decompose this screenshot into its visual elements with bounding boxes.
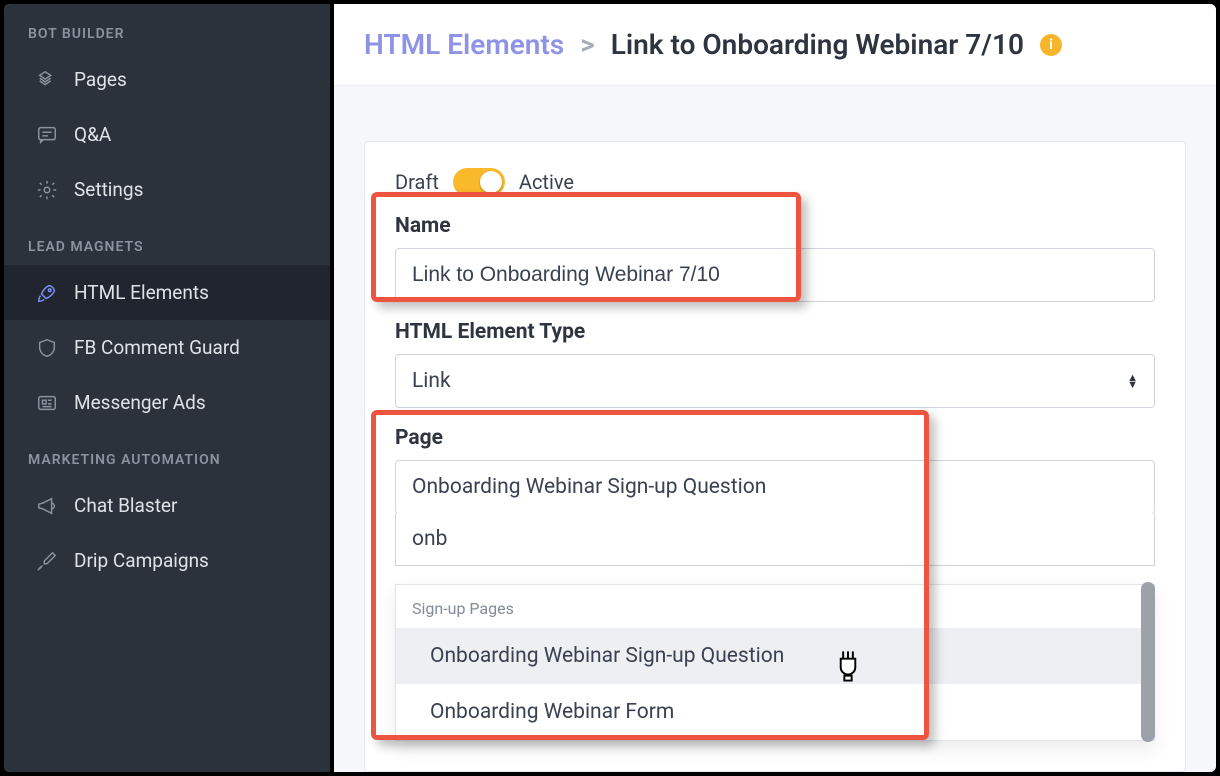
type-value: Link [412,369,451,393]
breadcrumb-separator: > [580,28,595,61]
sidebar-section-marketing: MARKETING AUTOMATION [4,430,330,478]
form-card: Draft Active Name HTML Element Type Link… [364,141,1186,772]
app-root: BOT BUILDER Pages Q&A Settings LEAD MAGN… [0,0,1220,776]
breadcrumb-parent[interactable]: HTML Elements [364,28,564,61]
name-label: Name [395,214,1155,238]
type-label: HTML Element Type [395,320,1155,344]
sidebar-item-label: Messenger Ads [74,391,206,414]
sidebar-item-label: HTML Elements [74,281,209,304]
sidebar-item-drip-campaigns[interactable]: Drip Campaigns [4,533,330,588]
sidebar-item-label: Settings [74,178,143,201]
dropdown-option-webinar-form[interactable]: Onboarding Webinar Form [396,684,1154,740]
dropdown-group-label: Sign-up Pages [396,585,1154,628]
active-label: Active [519,170,574,194]
sidebar-item-label: Chat Blaster [74,494,177,517]
page-title: Link to Onboarding Webinar 7/10 [611,28,1024,61]
qa-icon [36,124,58,146]
status-row: Draft Active [395,168,1155,196]
sidebar-item-qa[interactable]: Q&A [4,107,330,162]
sidebar-item-label: Pages [74,68,127,91]
sidebar-item-chat-blaster[interactable]: Chat Blaster [4,478,330,533]
dropper-icon [36,550,58,572]
bullhorn-icon [36,495,58,517]
dropdown-option-signup-question[interactable]: Onboarding Webinar Sign-up Question [396,628,1154,684]
sidebar: BOT BUILDER Pages Q&A Settings LEAD MAGN… [4,4,334,772]
breadcrumb: HTML Elements > Link to Onboarding Webin… [334,4,1216,86]
sidebar-item-settings[interactable]: Settings [4,162,330,217]
info-icon[interactable]: i [1040,34,1062,56]
sidebar-item-messenger-ads[interactable]: Messenger Ads [4,375,330,430]
page-search-input[interactable]: onb [395,513,1155,566]
sidebar-item-pages[interactable]: Pages [4,52,330,107]
content-body: Draft Active Name HTML Element Type Link… [334,86,1216,772]
scrollbar[interactable] [1141,582,1155,742]
draft-label: Draft [395,170,439,194]
sidebar-section-leadmagnets: LEAD MAGNETS [4,217,330,265]
shield-icon [36,337,58,359]
sidebar-item-label: FB Comment Guard [74,336,240,359]
pages-icon [36,69,58,91]
page-label: Page [395,426,1155,450]
main: HTML Elements > Link to Onboarding Webin… [334,4,1216,772]
toggle-knob [480,171,502,193]
sidebar-item-label: Drip Campaigns [74,549,209,572]
sidebar-item-label: Q&A [74,123,111,146]
page-selected-value[interactable]: Onboarding Webinar Sign-up Question [395,460,1155,514]
sidebar-section-botbuilder: BOT BUILDER [4,4,330,52]
sort-arrows-icon: ▲▼ [1127,374,1138,388]
name-input[interactable] [395,248,1155,302]
news-icon [36,392,58,414]
status-toggle[interactable] [453,168,505,196]
rocket-icon [36,282,58,304]
page-dropdown: Sign-up Pages Onboarding Webinar Sign-up… [395,584,1155,741]
sidebar-item-fb-comment-guard[interactable]: FB Comment Guard [4,320,330,375]
sidebar-item-html-elements[interactable]: HTML Elements [4,265,330,320]
type-select[interactable]: Link ▲▼ [395,354,1155,408]
gear-icon [36,179,58,201]
